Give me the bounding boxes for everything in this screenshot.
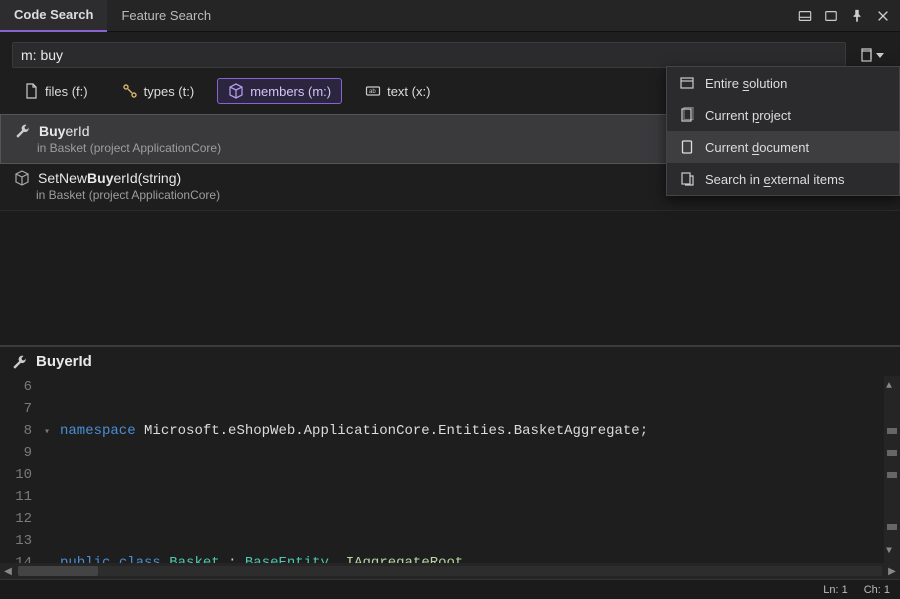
solution-icon bbox=[679, 75, 695, 91]
tab-feature-search[interactable]: Feature Search bbox=[107, 0, 225, 32]
filter-chip-types[interactable]: types (t:) bbox=[111, 78, 206, 104]
external-icon bbox=[679, 171, 695, 187]
scroll-up-icon[interactable]: ▲ bbox=[886, 376, 892, 398]
wrench-icon bbox=[15, 123, 31, 139]
scope-item-external[interactable]: Search in external items bbox=[667, 163, 899, 195]
status-col: Ch: 1 bbox=[864, 584, 890, 596]
chip-label: types (t:) bbox=[144, 84, 195, 99]
window-icon[interactable] bbox=[824, 9, 838, 23]
scope-item-current-project[interactable]: Current project bbox=[667, 99, 899, 131]
search-input[interactable] bbox=[12, 42, 846, 68]
preview-pane: BuyerId 67891011121314 ▾ namespace Micro… bbox=[0, 345, 900, 599]
overview-ruler[interactable]: ▲ ▼ bbox=[884, 376, 900, 563]
status-line: Ln: 1 bbox=[823, 584, 847, 596]
dock-bottom-icon[interactable] bbox=[798, 9, 812, 23]
scope-label: Current document bbox=[705, 140, 809, 155]
filter-chip-text[interactable]: ab text (x:) bbox=[354, 78, 441, 104]
cube-icon bbox=[14, 170, 30, 186]
fold-chevron-icon[interactable]: ▾ bbox=[44, 422, 50, 444]
chip-label: text (x:) bbox=[387, 84, 430, 99]
scroll-down-icon[interactable]: ▼ bbox=[886, 541, 892, 563]
document-icon bbox=[679, 139, 695, 155]
status-bar: Ln: 1 Ch: 1 bbox=[0, 579, 900, 599]
pin-icon[interactable] bbox=[850, 9, 864, 23]
horizontal-scrollbar[interactable]: ◀ ▶ bbox=[0, 563, 900, 579]
titlebar-icons bbox=[798, 9, 900, 23]
scroll-right-icon[interactable]: ▶ bbox=[884, 566, 900, 577]
filter-chip-files[interactable]: files (f:) bbox=[12, 78, 99, 104]
svg-text:ab: ab bbox=[369, 89, 376, 95]
cube-icon bbox=[228, 83, 244, 99]
scope-item-entire-solution[interactable]: Entire solution bbox=[667, 67, 899, 99]
wrench-icon bbox=[12, 354, 28, 370]
types-icon bbox=[122, 83, 138, 99]
code-editor[interactable]: 67891011121314 ▾ namespace Microsoft.eSh… bbox=[0, 376, 900, 563]
chip-label: files (f:) bbox=[45, 84, 88, 99]
tab-label: Feature Search bbox=[121, 8, 211, 23]
tab-label: Code Search bbox=[14, 7, 93, 22]
textbox-icon: ab bbox=[365, 83, 381, 99]
file-icon bbox=[23, 83, 39, 99]
scope-label: Search in external items bbox=[705, 172, 844, 187]
scope-menu: Entire solution Current project Current … bbox=[666, 66, 900, 196]
close-icon[interactable] bbox=[876, 9, 890, 23]
result-title: BuyerId bbox=[39, 123, 90, 139]
scope-label: Current project bbox=[705, 108, 791, 123]
line-gutter: 67891011121314 bbox=[0, 376, 40, 563]
scope-label: Entire solution bbox=[705, 76, 787, 91]
code-lines: namespace Microsoft.eShopWeb.Application… bbox=[60, 376, 872, 563]
scrollbar-track[interactable] bbox=[18, 566, 882, 576]
scroll-left-icon[interactable]: ◀ bbox=[0, 566, 16, 577]
scope-item-current-document[interactable]: Current document bbox=[667, 131, 899, 163]
panel-tabbar: Code Search Feature Search bbox=[0, 0, 900, 32]
tab-code-search[interactable]: Code Search bbox=[0, 0, 107, 32]
scrollbar-thumb[interactable] bbox=[18, 566, 98, 576]
preview-header: BuyerId bbox=[0, 347, 900, 376]
scope-dropdown-button[interactable] bbox=[854, 47, 888, 63]
result-title: SetNewBuyerId(string) bbox=[38, 170, 181, 186]
project-icon bbox=[679, 107, 695, 123]
preview-title: BuyerId bbox=[36, 353, 92, 370]
filter-chip-members[interactable]: members (m:) bbox=[217, 78, 342, 104]
chip-label: members (m:) bbox=[250, 84, 331, 99]
